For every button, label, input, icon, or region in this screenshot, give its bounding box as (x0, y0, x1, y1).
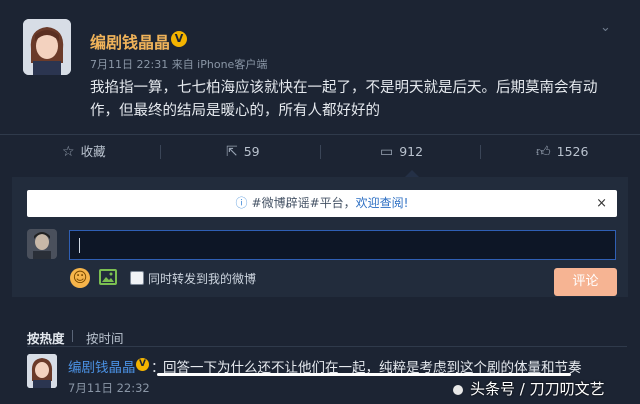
divider (27, 346, 627, 347)
watermark: 头条号 / 刀刀叨文艺 (470, 380, 605, 398)
share-icon: ⇱ (226, 144, 238, 160)
repost-count: 59 (243, 144, 260, 159)
favorite-label: 收藏 (80, 144, 106, 159)
comment-avatar[interactable] (27, 354, 57, 388)
favorite-button[interactable]: ☆ 收藏 (62, 135, 106, 169)
thumb-up-icon: 👍︎ (536, 144, 551, 160)
comment-panel-caret (405, 170, 419, 177)
highlight-underline (157, 373, 571, 376)
post-author[interactable]: 编剧钱晶晶 (90, 29, 170, 53)
action-separator (160, 145, 161, 159)
comment-time: 7月11日 22:32 (68, 381, 150, 395)
emoji-icon[interactable]: ☺ (70, 268, 90, 288)
star-icon: ☆ (62, 144, 75, 160)
avatar-photo (27, 229, 57, 259)
submit-comment-button[interactable]: 评论 (554, 268, 617, 296)
comment-icon: ▭ (380, 144, 394, 160)
comment-count: 912 (399, 144, 424, 159)
post-action-bar: ☆ 收藏 ⇱ 59 ▭ 912 👍︎ 1526 (0, 135, 640, 169)
image-glyph (102, 272, 114, 282)
like-button[interactable]: 👍︎ 1526 (536, 135, 588, 169)
comment-input[interactable] (69, 230, 616, 260)
post-meta: 7月11日 22:31 来自 iPhone客户端 (90, 58, 268, 71)
repost-checkbox-label[interactable]: 同时转发到我的微博 (148, 270, 256, 287)
close-icon[interactable]: × (596, 190, 607, 217)
repost-checkbox[interactable] (130, 271, 144, 285)
rumor-notice-bar: ⓘ #微博辟谣#平台，欢迎查阅! × (27, 190, 617, 217)
action-separator (480, 145, 481, 159)
watermark-icon (453, 385, 463, 395)
verified-badge-icon: V (171, 31, 187, 47)
sort-by-hot-tab[interactable]: 按热度 (27, 328, 65, 347)
comment-button[interactable]: ▭ 912 (380, 135, 423, 169)
post-content: 我掐指一算，七七柏海应该就快在一起了，不是明天就是后天。后期莫南会有动作，但最终… (90, 80, 598, 119)
action-separator (320, 145, 321, 159)
avatar-photo (23, 19, 71, 75)
avatar-photo (27, 354, 57, 388)
notice-link[interactable]: 欢迎查阅! (356, 196, 409, 210)
post-avatar[interactable] (23, 19, 71, 75)
sort-separator (72, 330, 73, 342)
text-cursor (79, 238, 80, 253)
sort-by-time-tab[interactable]: 按时间 (86, 328, 124, 347)
current-user-avatar[interactable] (27, 229, 57, 259)
like-count: 1526 (556, 144, 589, 159)
info-icon: ⓘ (235, 196, 248, 210)
comment-author[interactable]: 编剧钱晶晶 (68, 356, 136, 376)
chevron-down-icon[interactable]: ⌄ (600, 20, 611, 35)
verified-badge-icon: V (136, 358, 149, 371)
notice-text: ⓘ #微博辟谣#平台，欢迎查阅! (27, 190, 617, 217)
notice-prefix: #微博辟谣#平台， (251, 196, 356, 210)
image-icon[interactable] (99, 269, 117, 285)
repost-button[interactable]: ⇱ 59 (226, 135, 260, 169)
